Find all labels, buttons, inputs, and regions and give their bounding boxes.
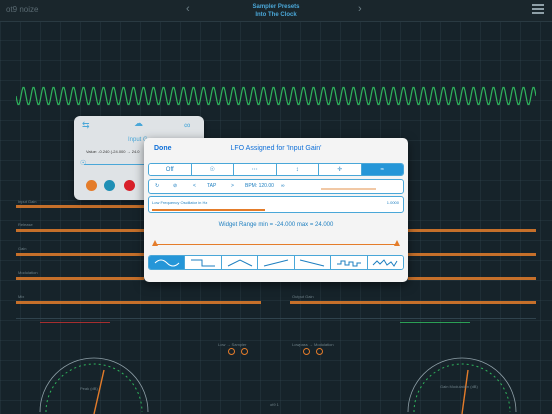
preset-line2: Into The Clock bbox=[255, 12, 297, 18]
dots-icon[interactable]: ⋯ bbox=[234, 164, 277, 175]
knob-icon[interactable]: ☉ bbox=[191, 164, 234, 175]
lfo-dialog: Done LFO Assigned for 'Input Gain' Off ☉… bbox=[144, 138, 408, 282]
link-icon[interactable]: ∞ bbox=[184, 120, 190, 130]
param-bar-release[interactable] bbox=[16, 229, 144, 232]
lfo-tempo-controls: ↻ ⊘ < TAP > BPM: 120.00 ∞ bbox=[148, 179, 404, 194]
preset-name[interactable]: Sampler Presets Into The Clock bbox=[0, 3, 552, 19]
lfo-waveform-display bbox=[16, 86, 536, 106]
crosshair-icon[interactable]: ✛ bbox=[319, 164, 362, 175]
page-indicator: ot9 1 bbox=[270, 402, 279, 407]
sine-wave-icon[interactable] bbox=[149, 256, 186, 269]
meter-left bbox=[40, 322, 110, 323]
range-track[interactable] bbox=[154, 244, 398, 245]
freq-label: Low Frequency Oscillator in Hz bbox=[152, 200, 208, 205]
param-label-output-gain: Output Gain bbox=[292, 294, 314, 299]
disabled-param bbox=[321, 182, 399, 192]
gain-modulation-gauge bbox=[407, 357, 517, 414]
param-bar-output-gain[interactable] bbox=[290, 301, 536, 304]
bpm-display: BPM: 120.00 bbox=[245, 183, 274, 189]
dialog-title: LFO Assigned for 'Input Gain' bbox=[230, 145, 322, 152]
tap-prev[interactable]: < bbox=[193, 183, 196, 189]
divider bbox=[16, 318, 536, 319]
routing-toggle-1[interactable] bbox=[228, 348, 235, 355]
meter-right bbox=[400, 322, 470, 323]
param-label-input-gain: Input Gain bbox=[18, 199, 37, 204]
peak-gauge-label: Peak (dB) bbox=[80, 386, 98, 391]
cloud-upload-icon[interactable]: ☁ bbox=[134, 118, 143, 129]
range-min-handle[interactable] bbox=[152, 240, 158, 246]
param-bar-right-4[interactable] bbox=[408, 277, 536, 280]
tap-next[interactable]: > bbox=[231, 183, 234, 189]
color-dot-orange[interactable] bbox=[86, 180, 97, 191]
waveform-selector bbox=[148, 255, 404, 270]
routing-toggle-3[interactable] bbox=[303, 348, 310, 355]
param-bar-mix[interactable] bbox=[16, 301, 261, 304]
param-bar-right-3[interactable] bbox=[408, 253, 536, 256]
lfo-mode-selector: Off ☉ ⋯ ↕ ✛ ≈ bbox=[148, 163, 404, 176]
ramp-up-icon[interactable] bbox=[258, 256, 295, 269]
routing-toggle-4[interactable] bbox=[316, 348, 323, 355]
shuffle-icon[interactable]: ⇆ bbox=[82, 120, 90, 131]
peak-gauge bbox=[39, 357, 149, 414]
top-bar: ot9 noize ‹ Sampler Presets Into The Clo… bbox=[0, 0, 552, 22]
walk-icon[interactable]: ☉ bbox=[80, 159, 86, 167]
routing-label-right: Lowpass → Modulation bbox=[292, 342, 334, 347]
triangle-wave-icon[interactable] bbox=[221, 256, 259, 269]
param-label-modulation: Modulation bbox=[18, 270, 38, 275]
phase-icon[interactable]: ⊘ bbox=[173, 183, 177, 189]
lfo-frequency-slider[interactable]: Low Frequency Oscillator in Hz 1.0000 bbox=[148, 196, 404, 213]
color-dot-blue[interactable] bbox=[104, 180, 115, 191]
sync-icon[interactable]: ↻ bbox=[155, 183, 159, 189]
waves-icon[interactable]: ≈ bbox=[361, 164, 403, 175]
param-bar-gain[interactable] bbox=[16, 253, 144, 256]
mode-off[interactable]: Off bbox=[149, 164, 192, 175]
routing-toggle-2[interactable] bbox=[241, 348, 248, 355]
freq-bar bbox=[152, 209, 265, 211]
param-bar-right-2[interactable] bbox=[408, 229, 536, 232]
color-dot-red[interactable] bbox=[124, 180, 135, 191]
freq-value: 1.0000 bbox=[386, 200, 399, 205]
param-label-gain: Gain bbox=[18, 246, 27, 251]
widget-range-text: Widget Range min = -24.000 max = 24.000 bbox=[218, 222, 334, 228]
range-max-handle[interactable] bbox=[394, 240, 400, 246]
tap-button[interactable]: TAP bbox=[207, 183, 216, 189]
hamburger-menu-icon[interactable] bbox=[532, 4, 544, 16]
input-panel-value: Value: -0.240 (-24.000 → 24.0 bbox=[86, 149, 140, 154]
ramp-down-icon[interactable] bbox=[294, 256, 332, 269]
gain-modulation-gauge-label: Gain Modulation (dB) bbox=[440, 384, 478, 389]
param-bar-modulation[interactable] bbox=[16, 277, 144, 280]
routing-label-left: Low → Sampler bbox=[218, 342, 247, 347]
param-label-release: Release bbox=[18, 222, 33, 227]
link-sync-icon[interactable]: ∞ bbox=[281, 183, 285, 189]
preset-line1: Sampler Presets bbox=[252, 4, 300, 10]
stepped-random-icon[interactable] bbox=[331, 256, 368, 269]
smooth-random-icon[interactable] bbox=[367, 256, 403, 269]
square-wave-icon[interactable] bbox=[185, 256, 222, 269]
chevron-right-icon[interactable]: › bbox=[358, 3, 362, 15]
updown-arrow-icon[interactable]: ↕ bbox=[276, 164, 319, 175]
param-label-mix: Mix bbox=[18, 294, 25, 299]
param-bar-input-gain[interactable] bbox=[16, 205, 144, 208]
